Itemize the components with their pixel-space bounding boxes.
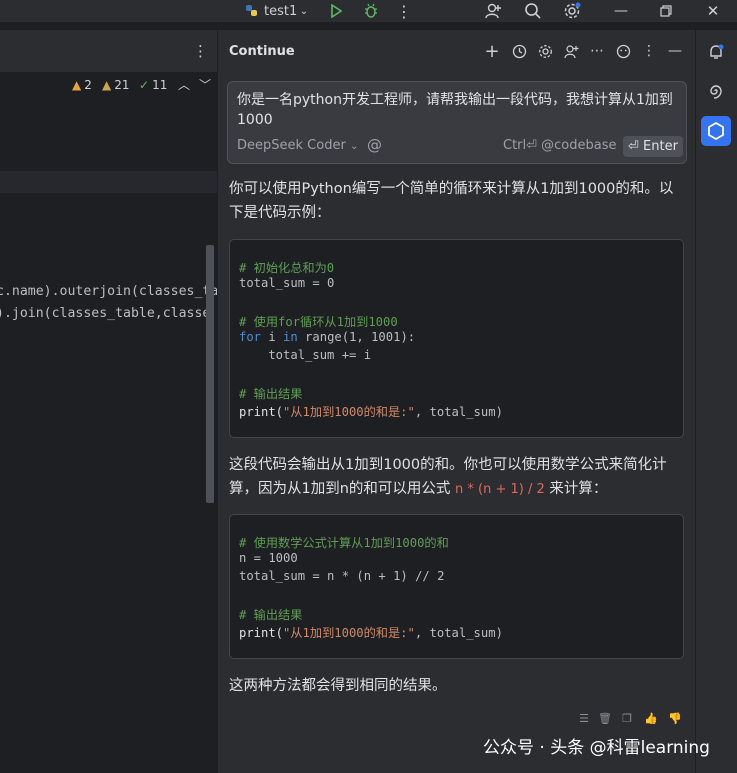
code-block[interactable]: # 使用数学公式计算从1加到1000的和 n = 1000 total_sum …	[229, 514, 684, 659]
code-text: , total_sum)	[414, 405, 503, 419]
code-comment: # 使用for循环从1加到1000	[239, 315, 398, 329]
editor-scrollbar[interactable]	[206, 245, 214, 503]
keyword: for	[239, 330, 262, 344]
code-line: total_sum = n * (n + 1) // 2	[239, 569, 445, 583]
add-user-icon[interactable]	[562, 42, 580, 60]
code-line: total_sum += i	[239, 348, 372, 362]
code-text: , total_sum)	[414, 626, 503, 640]
code-line: print("从1加到1000的和是:", total_sum)	[239, 623, 503, 641]
plus-icon[interactable]: +	[483, 41, 501, 62]
chevron-up-icon[interactable]: ︿	[178, 76, 190, 93]
continue-icon	[708, 121, 724, 141]
ok-indicator[interactable]: ✓ 11	[139, 78, 167, 92]
weak-warnings-count: 21	[114, 78, 130, 92]
continue-tool-button[interactable]	[701, 116, 731, 146]
run-config-label[interactable]: test1	[264, 0, 297, 22]
code-comment: # 使用数学公式计算从1加到1000的和	[239, 536, 449, 550]
warnings-indicator[interactable]: ▲ 2	[72, 78, 92, 92]
chat-input-text[interactable]: 你是一名python开发工程师，请帮我输出一段代码，我想计算从1加到1000	[237, 90, 677, 130]
notifications-icon[interactable]	[704, 40, 728, 64]
close-icon[interactable]: ✕	[704, 0, 722, 22]
function-call: print(	[239, 405, 284, 419]
codebase-shortcut[interactable]: Ctrl⏎ @codebase	[503, 138, 617, 153]
at-mention-button[interactable]: @	[367, 136, 382, 154]
code-line: n = 1000	[239, 551, 298, 565]
history-icon[interactable]	[510, 42, 528, 60]
code-comment: # 输出结果	[239, 387, 303, 401]
watermark: 公众号 · 头条 @科雷learning	[483, 733, 710, 758]
chevron-down-icon[interactable]: ⌄	[297, 0, 311, 22]
python-icon	[243, 0, 261, 22]
copy-icon[interactable]: ❐	[620, 711, 634, 725]
chevron-down-icon[interactable]: ﹀	[199, 76, 211, 93]
code-text: i	[261, 330, 284, 344]
list-icon[interactable]: ☰	[577, 711, 591, 725]
keyword: in	[283, 330, 298, 344]
restore-icon[interactable]	[657, 0, 675, 22]
code-comment: # 输出结果	[239, 608, 303, 622]
spiral-icon[interactable]	[704, 79, 728, 103]
more-horizontal-icon[interactable]: ⋯	[588, 42, 606, 60]
code-block[interactable]: # 初始化总和为0 total_sum = 0 # 使用for循环从1加到100…	[229, 239, 684, 438]
chevron-down-icon: ⌄	[349, 141, 359, 152]
more-icon[interactable]: ⋮	[396, 0, 412, 22]
editor-tab-bar	[0, 30, 217, 73]
response-paragraph: 这两种方法都会得到相同的结果。	[229, 678, 447, 694]
response-paragraph: 你可以使用Python编写一个简单的循环来计算从1加到1000的和。以下是代码示…	[229, 181, 674, 221]
weak-warning-icon: ▲	[102, 78, 112, 92]
gear-icon[interactable]	[536, 42, 554, 60]
title-bar: test1 ⌄ ⋮ — ✕	[0, 0, 737, 22]
code-line: total_sum = 0	[239, 276, 335, 290]
thumbs-up-icon[interactable]: 👍	[644, 711, 658, 725]
model-selector[interactable]: DeepSeek Coder ⌄	[237, 138, 358, 153]
hide-panel-icon[interactable]: —	[666, 42, 684, 60]
panel-title: Continue	[229, 44, 295, 59]
watermark-text: 公众号 · 头条 @科雷learning	[483, 738, 710, 758]
current-line-highlight	[0, 171, 217, 193]
run-icon[interactable]	[327, 0, 345, 22]
emoji-icon[interactable]	[614, 42, 632, 60]
warning-icon: ▲	[72, 78, 82, 92]
code-comment: # 初始化总和为0	[239, 261, 335, 275]
code-line: ).join(classes_table,classe	[0, 306, 211, 321]
debug-icon[interactable]	[362, 0, 380, 22]
code-text: range(1, 1001):	[297, 330, 416, 344]
code-line: for i in range(1, 1001):	[239, 330, 415, 344]
paragraph-text: 来计算：	[544, 481, 608, 497]
warnings-count: 2	[84, 78, 92, 92]
response-paragraph: 这段代码会输出从1加到1000的和。你也可以使用数学公式来简化计算，因为从1加到…	[229, 453, 684, 502]
add-user-icon[interactable]	[482, 0, 504, 22]
weak-warnings-indicator[interactable]: ▲ 21	[102, 78, 130, 92]
code-line: print("从1加到1000的和是:", total_sum)	[239, 402, 503, 420]
function-call: print(	[239, 626, 284, 640]
ok-count: 11	[152, 78, 168, 92]
minimize-icon[interactable]: —	[612, 0, 630, 22]
thumbs-down-icon[interactable]: 👎	[668, 711, 682, 725]
editor-more-icon[interactable]: ⋮	[193, 42, 208, 60]
model-label: DeepSeek Coder	[237, 138, 346, 153]
delete-icon[interactable]: 🗑	[598, 711, 612, 725]
string-literal: "从1加到1000的和是:"	[283, 405, 415, 419]
settings-icon[interactable]	[561, 0, 583, 22]
check-icon: ✓	[139, 78, 150, 92]
search-icon[interactable]	[522, 0, 544, 22]
enter-button[interactable]: ⏎ Enter	[623, 136, 683, 157]
options-icon[interactable]: ⋮	[640, 42, 658, 60]
inline-formula: n * (n + 1) / 2	[455, 482, 545, 497]
string-literal: "从1加到1000的和是:"	[283, 626, 415, 640]
code-line: c.name).outerjoin(classes_ta	[0, 284, 219, 299]
